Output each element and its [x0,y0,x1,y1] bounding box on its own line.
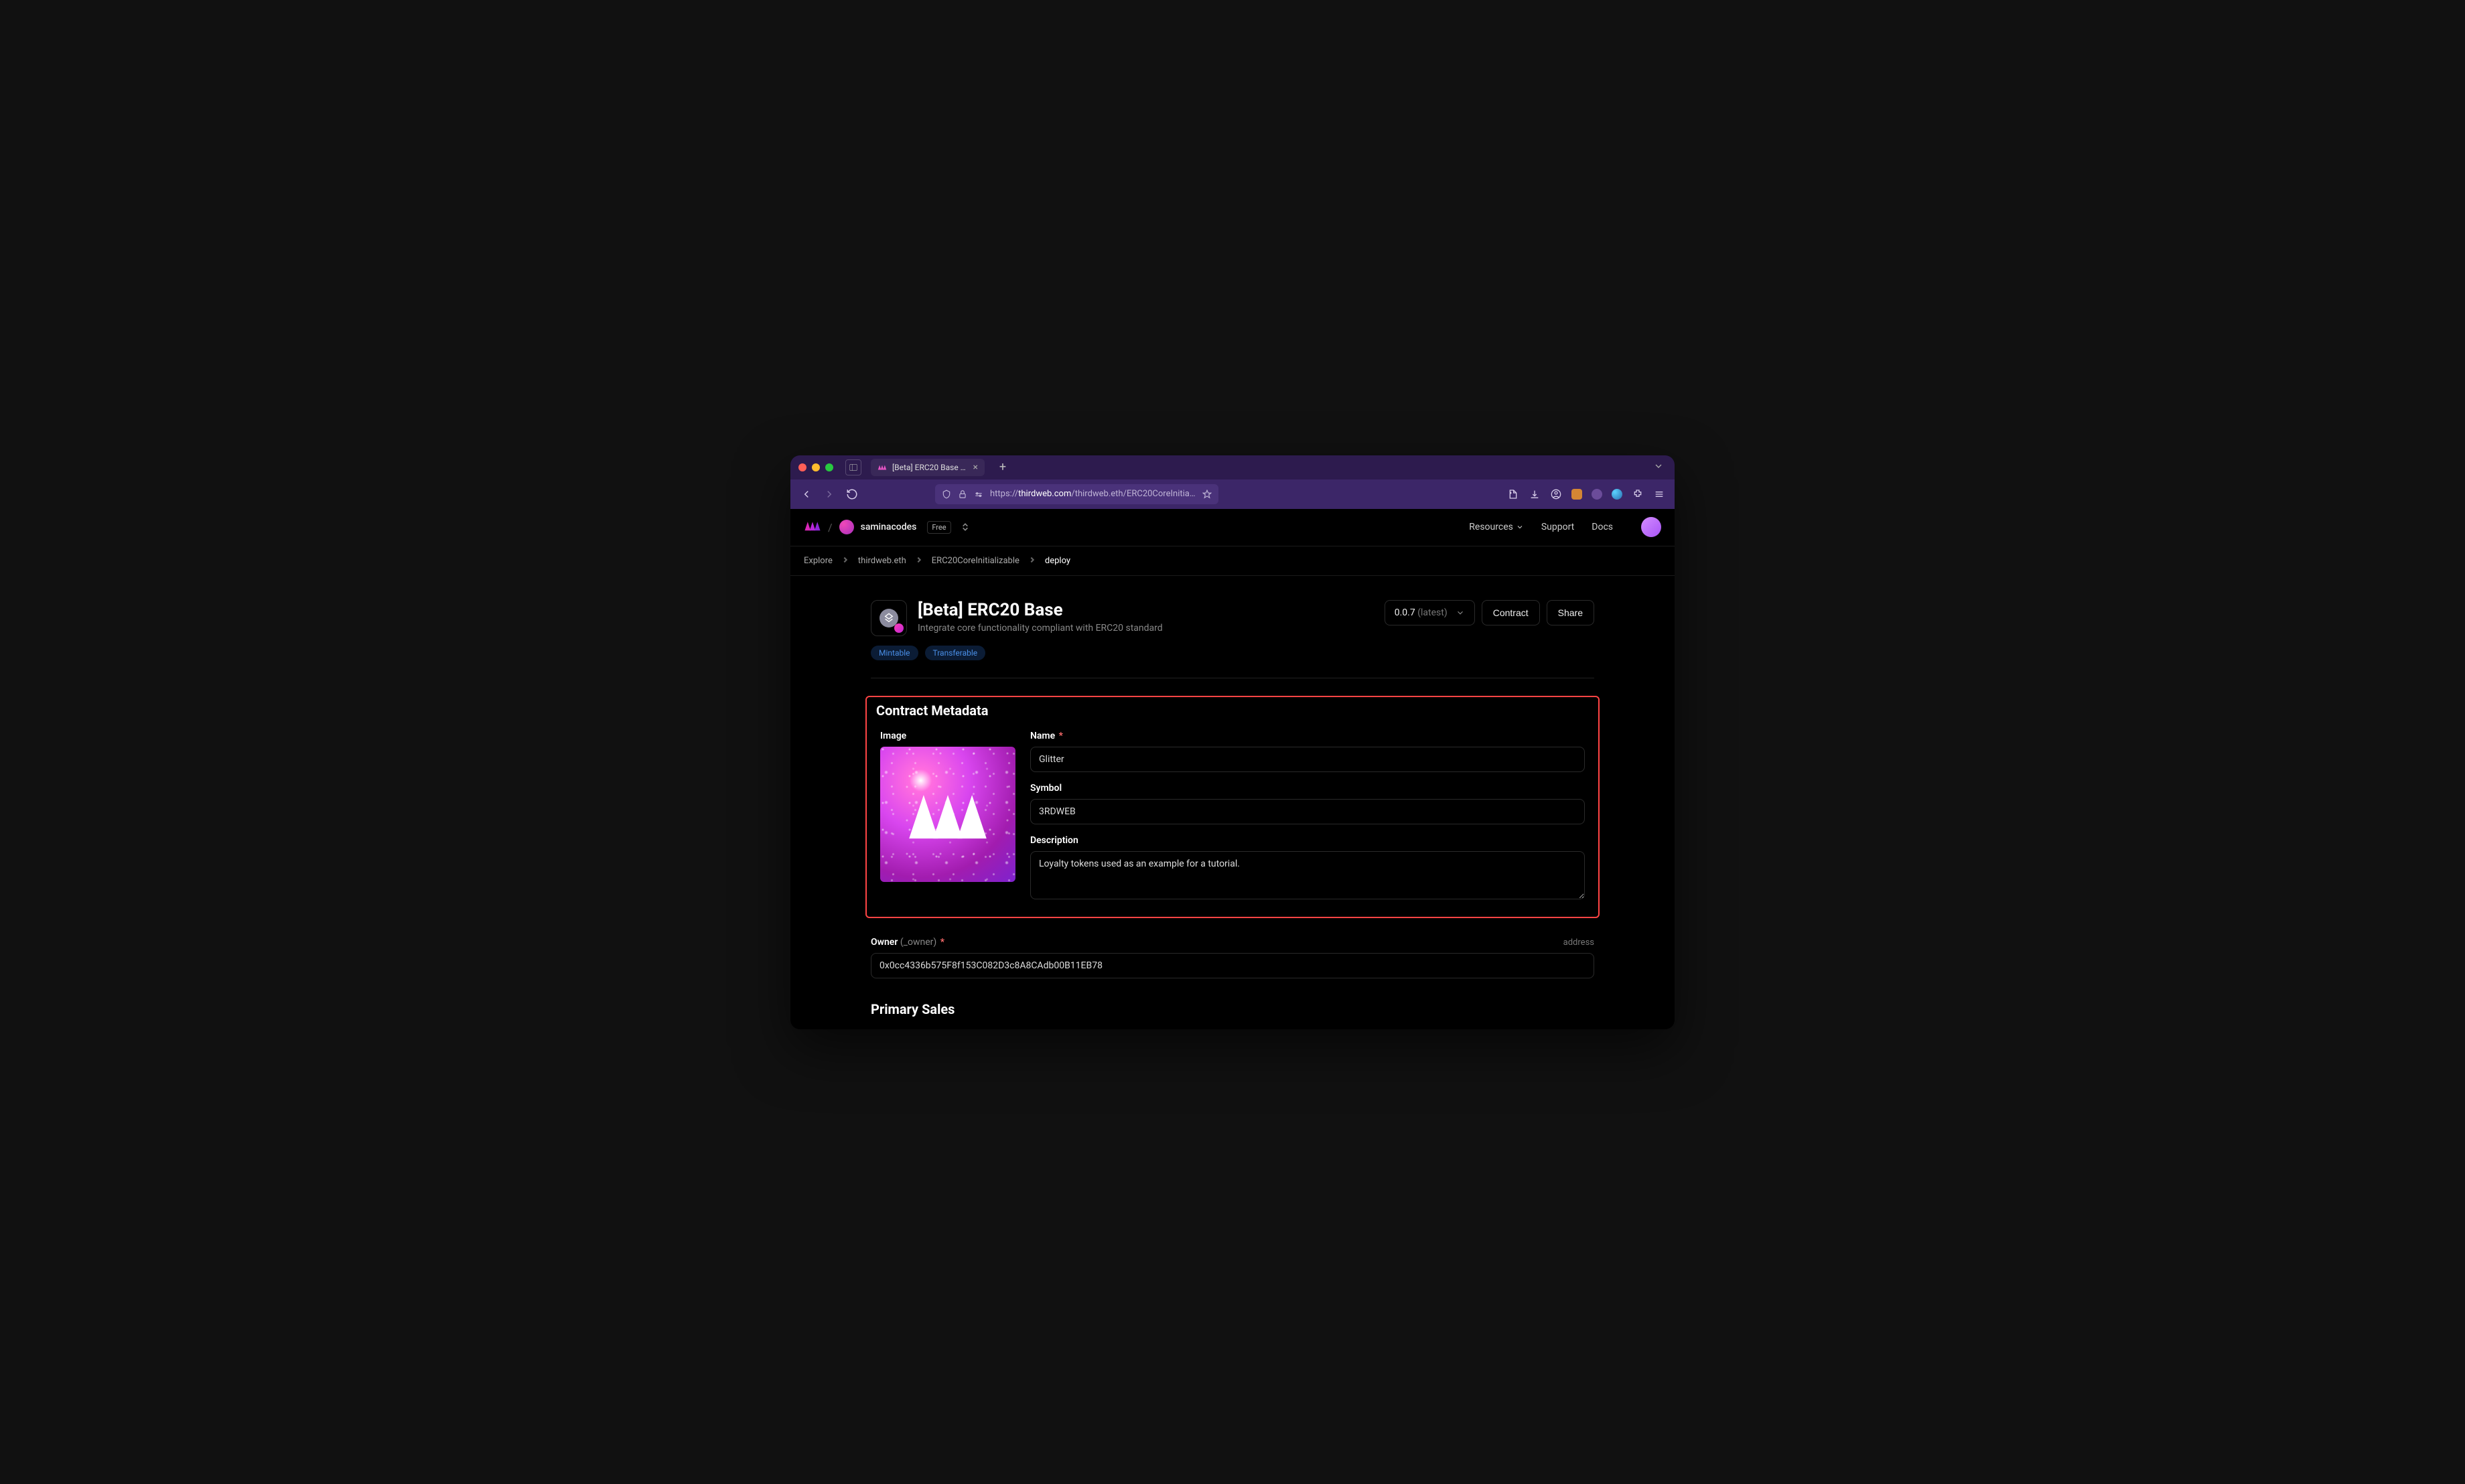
symbol-label: Symbol [1030,783,1585,794]
tab-title: [Beta] ERC20 Base | Published [892,463,968,472]
primary-sales-title: Primary Sales [871,1001,1594,1017]
page-subtitle: Integrate core functionality compliant w… [918,623,1374,634]
name-input[interactable] [1030,747,1585,772]
forward-button[interactable] [823,488,836,500]
nav-resources[interactable]: Resources [1469,522,1524,532]
main-content: [Beta] ERC20 Base Integrate core functio… [790,576,1675,1017]
new-tab-button[interactable]: + [995,460,1010,474]
separator: / [828,521,833,534]
section-title: Contract Metadata [876,702,1589,719]
breadcrumb: Explore thirdweb.eth ERC20CoreInitializa… [790,546,1675,576]
name-label: Name * [1030,731,1585,741]
url-text: https://thirdweb.com/thirdweb.eth/ERC20C… [990,489,1196,499]
chevron-down-icon [1456,608,1465,617]
tabs-dropdown-icon[interactable] [1653,461,1664,474]
page-title: [Beta] ERC20 Base [918,600,1374,620]
username[interactable]: saminacodes [861,522,917,532]
owner-section: Owner (_owner) * address [871,937,1594,978]
crumb-author[interactable]: thirdweb.eth [858,556,906,566]
chevron-right-icon [1029,556,1036,566]
minimize-window[interactable] [812,463,820,471]
browser-tab[interactable]: [Beta] ERC20 Base | Published × [871,459,985,476]
menu-icon[interactable] [1653,488,1665,500]
chevron-down-icon [1516,523,1524,531]
shield-icon [942,490,951,499]
back-button[interactable] [800,488,813,500]
contract-metadata-section: Contract Metadata Image Name * Symbol [865,696,1600,918]
window-controls [798,463,833,471]
url-bar: https://thirdweb.com/thirdweb.eth/ERC20C… [790,479,1675,509]
tag-list: Mintable Transferable [871,646,1594,660]
maximize-window[interactable] [825,463,833,471]
symbol-input[interactable] [1030,799,1585,824]
switcher-icon[interactable] [962,523,969,531]
share-button[interactable]: Share [1547,600,1594,625]
description-input[interactable] [1030,851,1585,899]
image-upload[interactable] [880,747,1015,882]
thirdweb-logo-icon[interactable] [804,518,821,536]
reload-button[interactable] [845,488,859,500]
crumb-contract[interactable]: ERC20CoreInitializable [932,556,1019,566]
page-header: [Beta] ERC20 Base Integrate core functio… [871,600,1594,636]
download-icon[interactable] [1529,488,1541,500]
title-bar: [Beta] ERC20 Base | Published × + [790,455,1675,479]
tag-mintable[interactable]: Mintable [871,646,918,660]
nav-docs[interactable]: Docs [1592,522,1613,532]
toolbar-icons [1507,488,1665,500]
reader-icon[interactable] [1507,488,1519,500]
extension-phantom-icon[interactable] [1592,489,1602,500]
contract-button[interactable]: Contract [1482,600,1540,625]
version-select[interactable]: 0.0.7 (latest) [1385,600,1475,625]
close-tab-icon[interactable]: × [973,463,978,472]
owner-label: Owner (_owner) * [871,937,944,948]
contract-icon [871,600,907,636]
primary-sales-section: Primary Sales [871,1001,1594,1017]
description-label: Description [1030,835,1585,846]
badge-dot-icon [894,623,904,633]
extension-globe-icon[interactable] [1612,489,1622,500]
account-icon[interactable] [1550,488,1562,500]
chevron-right-icon [842,556,849,566]
close-window[interactable] [798,463,806,471]
extensions-icon[interactable] [1632,488,1644,500]
profile-avatar[interactable] [1641,517,1661,537]
chevron-right-icon [916,556,922,566]
address-bar[interactable]: https://thirdweb.com/thirdweb.eth/ERC20C… [935,484,1218,504]
tag-transferable[interactable]: Transferable [925,646,986,660]
browser-window: [Beta] ERC20 Base | Published × + https:… [790,455,1675,1029]
lock-icon [958,490,967,499]
plan-badge: Free [927,521,950,534]
bookmark-star-icon[interactable] [1202,490,1212,499]
app-header: / saminacodes Free Resources Support Doc… [790,509,1675,546]
owner-type: address [1563,938,1594,948]
crumb-explore[interactable]: Explore [804,556,833,566]
owner-input[interactable] [871,953,1594,978]
permissions-icon [974,490,983,499]
nav-support[interactable]: Support [1541,522,1574,532]
image-label: Image [880,731,1015,741]
tab-favicon-icon [877,463,887,472]
sidebar-toggle-icon[interactable] [845,459,861,475]
extension-metamask-icon[interactable] [1571,489,1582,500]
crumb-current: deploy [1045,556,1070,566]
user-avatar-icon [839,520,854,534]
